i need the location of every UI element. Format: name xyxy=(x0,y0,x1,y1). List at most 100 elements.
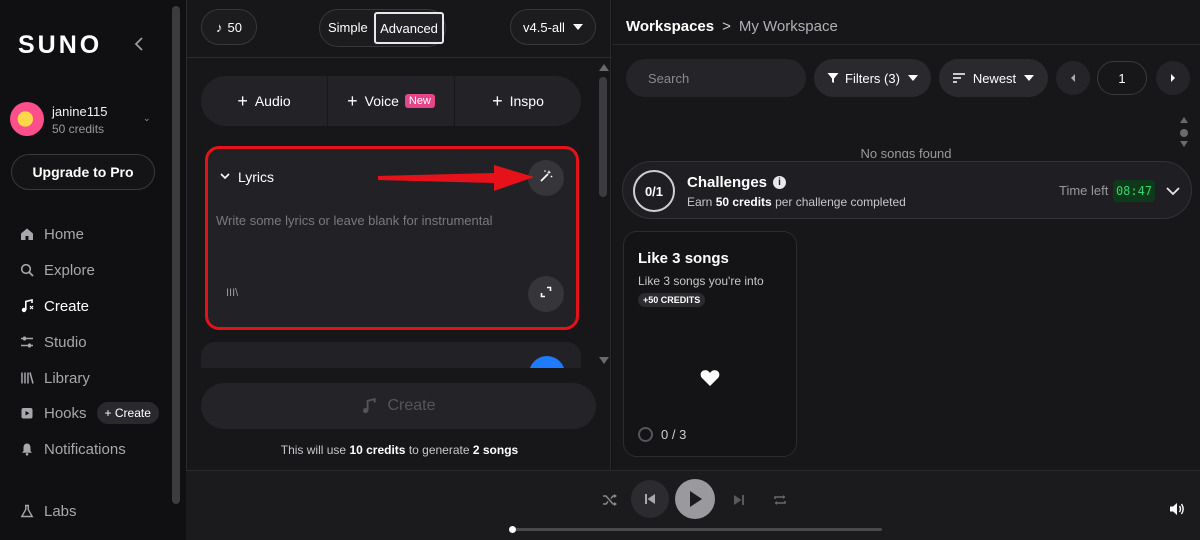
mode-simple-button[interactable]: Simple xyxy=(328,20,368,35)
sidebar-item-label: Notifications xyxy=(44,440,126,458)
sidebar-item-create[interactable]: Create xyxy=(18,294,168,318)
challenge-card[interactable]: Like 3 songs Like 3 songs you're into +5… xyxy=(623,231,797,457)
breadcrumb: Workspaces > My Workspace xyxy=(626,18,838,35)
create-panel: ♪ 50 Simple Advanced v4.5-all + Audio + … xyxy=(186,0,612,470)
subtitle-text: per challenge completed xyxy=(771,195,906,209)
user-credits: 50 credits xyxy=(52,122,105,136)
music-note-icon xyxy=(363,398,377,414)
hooks-icon xyxy=(18,404,36,422)
caret-left-icon xyxy=(1071,74,1075,82)
page-number[interactable]: 1 xyxy=(1097,61,1147,95)
magic-wand-icon xyxy=(539,169,553,188)
lyrics-input[interactable]: Write some lyrics or leave blank for ins… xyxy=(216,213,492,228)
sidebar-item-home[interactable]: Home xyxy=(18,222,168,246)
volume-icon[interactable] xyxy=(1166,498,1188,520)
sidebar-item-studio[interactable]: Studio xyxy=(18,330,168,354)
challenge-card-progress: 0 / 3 xyxy=(638,427,686,442)
challenges-bar[interactable]: 0/1 Challenges i Earn 50 credits per cha… xyxy=(622,161,1192,219)
filter-icon xyxy=(827,73,839,83)
breadcrumb-current: My Workspace xyxy=(738,18,838,35)
next-button[interactable] xyxy=(729,490,749,510)
caret-down-icon xyxy=(1024,75,1035,81)
create-input-tabs: + Audio + Voice New + Inspo xyxy=(201,76,581,126)
credits-usage-note: This will use 10 credits to generate 2 s… xyxy=(187,443,612,457)
challenges-title-row: Challenges i xyxy=(687,174,787,191)
caret-down-icon xyxy=(572,24,583,30)
suno-logo[interactable]: SUNO xyxy=(18,31,102,60)
next-icon xyxy=(734,495,744,505)
model-select[interactable]: v4.5-all xyxy=(510,9,596,45)
prev-page-button[interactable] xyxy=(1056,61,1090,95)
sidebar-item-label: Labs xyxy=(44,502,77,520)
filters-label: Filters (3) xyxy=(845,70,900,86)
lyrics-toggle[interactable]: Lyrics xyxy=(220,169,274,185)
time-left-label: Time left xyxy=(1059,183,1109,198)
library-icon[interactable]: III\ xyxy=(226,287,238,299)
play-button[interactable] xyxy=(675,479,715,519)
credits-pill[interactable]: ♪ 50 xyxy=(201,9,257,45)
create-hook-button[interactable]: + Create xyxy=(96,402,159,424)
sidebar-item-hooks[interactable]: Hooks + Create xyxy=(18,401,168,425)
subtitle-credits: 50 credits xyxy=(715,195,772,209)
upgrade-button[interactable]: Upgrade to Pro xyxy=(11,154,155,190)
seek-bar[interactable] xyxy=(509,526,882,533)
home-icon xyxy=(18,225,36,243)
expand-lyrics-button[interactable] xyxy=(528,276,564,312)
seek-handle[interactable] xyxy=(509,526,516,533)
create-button[interactable]: Create xyxy=(201,383,596,429)
user-name: janine115 xyxy=(52,104,108,119)
note-text: This will use xyxy=(280,443,350,457)
workspace-panel: Workspaces > My Workspace Search Filters… xyxy=(612,0,1200,470)
countdown-timer: 08:47 xyxy=(1113,180,1155,202)
previous-icon xyxy=(645,494,655,504)
collapse-sidebar-icon[interactable] xyxy=(132,34,146,54)
sidebar-item-library[interactable]: Library xyxy=(18,366,168,390)
chevron-down-icon[interactable] xyxy=(1166,183,1180,201)
sidebar-item-notifications[interactable]: Notifications xyxy=(18,437,168,461)
sidebar-item-explore[interactable]: Explore xyxy=(18,258,168,282)
scroll-down-arrow[interactable] xyxy=(599,357,609,364)
scroll-thumb[interactable] xyxy=(1180,129,1188,137)
add-inspo-button[interactable]: + Inspo xyxy=(455,76,581,126)
next-page-button[interactable] xyxy=(1156,61,1190,95)
style-toggle[interactable] xyxy=(529,356,565,368)
repeat-icon[interactable] xyxy=(770,490,790,510)
previous-button[interactable] xyxy=(631,480,669,518)
chevron-updown-icon: ⌄ xyxy=(143,113,151,123)
add-voice-button[interactable]: + Voice New xyxy=(328,76,455,126)
tab-label: Audio xyxy=(254,93,291,109)
plus-icon: + xyxy=(492,90,503,111)
lyrics-title: Lyrics xyxy=(238,169,275,185)
sort-select[interactable]: Newest xyxy=(939,59,1048,97)
sidebar-item-label: Hooks xyxy=(44,404,87,422)
challenges-subtitle: Earn 50 credits per challenge completed xyxy=(687,195,906,209)
note-songs: 2 songs xyxy=(472,443,519,457)
flask-icon xyxy=(18,502,36,520)
user-menu[interactable]: janine115 50 credits ⌄ xyxy=(10,101,160,141)
avatar xyxy=(10,102,44,136)
info-icon[interactable]: i xyxy=(773,176,787,189)
annotation-arrow xyxy=(378,165,534,191)
note-text: to generate xyxy=(405,443,473,457)
caret-right-icon xyxy=(1171,74,1175,82)
model-label: v4.5-all xyxy=(523,19,565,35)
subtitle-text: Earn xyxy=(687,195,716,209)
challenge-card-subtitle: Like 3 songs you're into xyxy=(638,274,764,288)
plus-icon: + xyxy=(347,90,358,111)
search-input[interactable]: Search xyxy=(626,59,806,97)
bell-icon xyxy=(18,440,36,458)
scroll-up-arrow[interactable] xyxy=(1180,117,1188,123)
scroll-up-arrow[interactable] xyxy=(599,64,609,71)
create-scrollbar[interactable] xyxy=(599,77,607,197)
sidebar-item-label: Studio xyxy=(44,333,87,351)
sidebar-scrollbar[interactable] xyxy=(172,6,180,504)
sidebar-item-label: Explore xyxy=(44,261,95,279)
sidebar-item-labs[interactable]: Labs xyxy=(18,499,168,523)
credits-count: 50 xyxy=(227,19,242,35)
add-audio-button[interactable]: + Audio xyxy=(201,76,328,126)
shuffle-icon[interactable] xyxy=(600,490,620,510)
sort-icon xyxy=(952,73,965,83)
breadcrumb-workspaces[interactable]: Workspaces xyxy=(626,18,714,35)
filters-button[interactable]: Filters (3) xyxy=(814,59,931,97)
mode-advanced-button[interactable]: Advanced xyxy=(374,12,444,44)
